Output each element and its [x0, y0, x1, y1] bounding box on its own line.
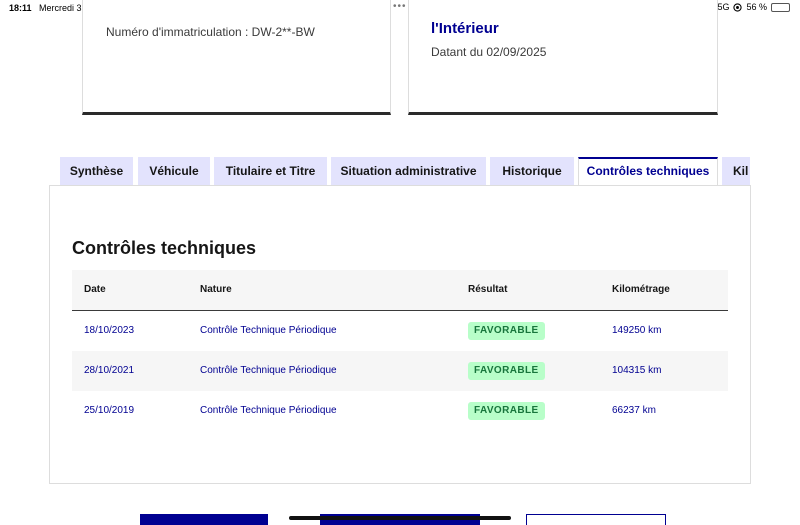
section-title: Contrôles techniques: [72, 238, 257, 258]
location-icon: [733, 2, 743, 12]
table-row: 25/10/2019 Contrôle Technique Périodique…: [72, 391, 728, 431]
tab-titulaire[interactable]: Titulaire et Titre: [214, 157, 327, 185]
table-row: 28/10/2021 Contrôle Technique Périodique…: [72, 351, 728, 391]
multitask-dots-icon[interactable]: •••: [393, 1, 407, 12]
row-mileage: 104315 km: [612, 365, 662, 376]
row-date: 28/10/2021: [84, 365, 135, 376]
row-mileage: 66237 km: [612, 405, 656, 416]
battery-icon: [771, 2, 790, 12]
row-nature: Contrôle Technique Périodique: [200, 325, 337, 336]
header-result: Résultat: [468, 284, 508, 295]
status-time: 18:11: [9, 3, 32, 13]
registration-number: Numéro d'immatriculation : DW-2**-BW: [106, 25, 315, 39]
info-card-title[interactable]: l'Intérieur: [431, 20, 499, 37]
battery-percent: 56 %: [746, 2, 767, 12]
header-mileage: Kilométrage: [612, 284, 670, 295]
table-row: 18/10/2023 Contrôle Technique Périodique…: [72, 311, 728, 351]
row-date: 18/10/2023: [84, 325, 135, 336]
tab-list: Synthèse Véhicule Titulaire et Titre Sit…: [60, 157, 750, 185]
controls-table: Date Nature Résultat Kilométrage 18/10/2…: [72, 270, 728, 431]
row-date: 25/10/2019: [84, 405, 135, 416]
tab-vehicule[interactable]: Véhicule: [138, 157, 210, 185]
header-nature: Nature: [200, 284, 232, 295]
info-card: l'Intérieur Datant du 02/09/2025: [408, 0, 718, 115]
table-header: Date Nature Résultat Kilométrage: [72, 270, 728, 311]
result-badge: FAVORABLE: [468, 322, 545, 340]
home-indicator: [289, 516, 511, 520]
tab-situation-administrative[interactable]: Situation administrative: [331, 157, 486, 185]
tab-controles-techniques[interactable]: Contrôles techniques: [578, 157, 718, 185]
tab-kilometrage[interactable]: Kil: [722, 157, 750, 185]
tab-synthese[interactable]: Synthèse: [60, 157, 133, 185]
row-nature: Contrôle Technique Périodique: [200, 365, 337, 376]
tab-panel: Contrôles techniques Date Nature Résulta…: [49, 185, 751, 484]
bottom-primary-button[interactable]: [140, 514, 268, 525]
header-date: Date: [84, 284, 106, 295]
tab-historique[interactable]: Historique: [490, 157, 574, 185]
bottom-secondary-button[interactable]: [526, 514, 666, 525]
network-label: 5G: [717, 2, 730, 12]
info-card-date: Datant du 02/09/2025: [431, 45, 547, 59]
row-mileage: 149250 km: [612, 325, 662, 336]
result-badge: FAVORABLE: [468, 362, 545, 380]
row-nature: Contrôle Technique Périodique: [200, 405, 337, 416]
registration-card: Numéro d'immatriculation : DW-2**-BW: [82, 0, 391, 115]
result-badge: FAVORABLE: [468, 402, 545, 420]
